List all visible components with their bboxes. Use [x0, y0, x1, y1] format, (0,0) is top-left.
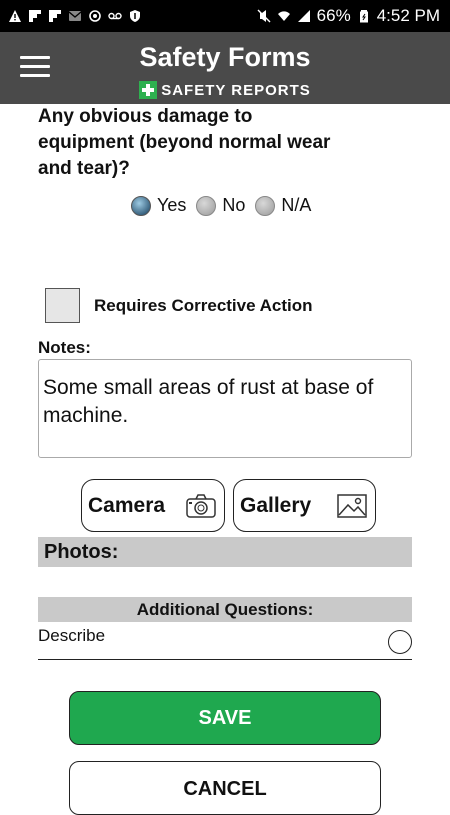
radio-no[interactable]: No: [196, 195, 245, 216]
gallery-button-label: Gallery: [240, 493, 312, 517]
corrective-action-row: Requires Corrective Action: [45, 288, 313, 323]
camera-icon: [186, 493, 216, 518]
additional-questions-header: Additional Questions:: [38, 597, 412, 622]
signal-icon: [297, 10, 310, 22]
notes-field[interactable]: Some small areas of rust at base of mach…: [38, 359, 412, 458]
brand-name: SAFETY REPORTS: [161, 81, 311, 99]
status-time: 4:52 PM: [376, 6, 440, 25]
radio-no-label: No: [222, 195, 246, 215]
question-text: Any obvious damage to equipment (beyond …: [38, 106, 331, 179]
corrective-action-label: Requires Corrective Action: [94, 295, 313, 315]
status-left-icons: [8, 9, 142, 23]
radio-yes-label: Yes: [157, 195, 187, 215]
voicemail-icon: [108, 12, 122, 20]
gallery-icon: [337, 493, 367, 518]
cancel-button[interactable]: CANCEL: [69, 761, 381, 815]
radio-yes[interactable]: Yes: [131, 195, 186, 216]
status-bar: 66% 4:52 PM: [0, 0, 450, 32]
describe-radio[interactable]: [388, 630, 412, 654]
question-radio-group: Yes No N/A: [131, 195, 311, 216]
list-item[interactable]: Describe: [38, 624, 412, 660]
camera-button-label: Camera: [88, 493, 166, 517]
camera-button[interactable]: Camera: [81, 479, 225, 532]
gallery-button[interactable]: Gallery: [233, 479, 376, 532]
gmail-icon: [68, 11, 82, 21]
describe-label: Describe: [38, 626, 106, 645]
shield-icon: [130, 10, 140, 22]
wifi-icon: [277, 11, 290, 21]
battery-percent: 66%: [316, 6, 351, 25]
flipboard-icon: [49, 10, 61, 22]
battery-icon: [359, 10, 368, 23]
status-right-icons: 66% 4:52 PM: [257, 6, 440, 26]
radio-selected-icon[interactable]: [131, 195, 151, 216]
page-title: Safety Forms: [139, 42, 311, 72]
radio-na-label: N/A: [281, 195, 312, 215]
flipboard-icon: [29, 10, 41, 22]
mute-icon: [257, 9, 271, 23]
cross-icon: [139, 81, 158, 99]
hamburger-line: [20, 74, 50, 77]
photos-section-header: Photos:: [38, 537, 412, 567]
radio-na[interactable]: N/A: [255, 195, 311, 216]
corrective-action-checkbox[interactable]: [45, 288, 80, 323]
save-button[interactable]: SAVE: [69, 691, 381, 745]
notes-label: Notes:: [38, 338, 91, 357]
sync-icon: [89, 10, 101, 22]
radio-unselected-icon[interactable]: [255, 195, 276, 216]
brand-logo: SAFETY REPORTS: [0, 81, 450, 99]
app-header: Safety Forms SAFETY REPORTS: [0, 32, 450, 104]
radio-unselected-icon[interactable]: [196, 195, 217, 216]
warning-icon: [9, 10, 21, 22]
